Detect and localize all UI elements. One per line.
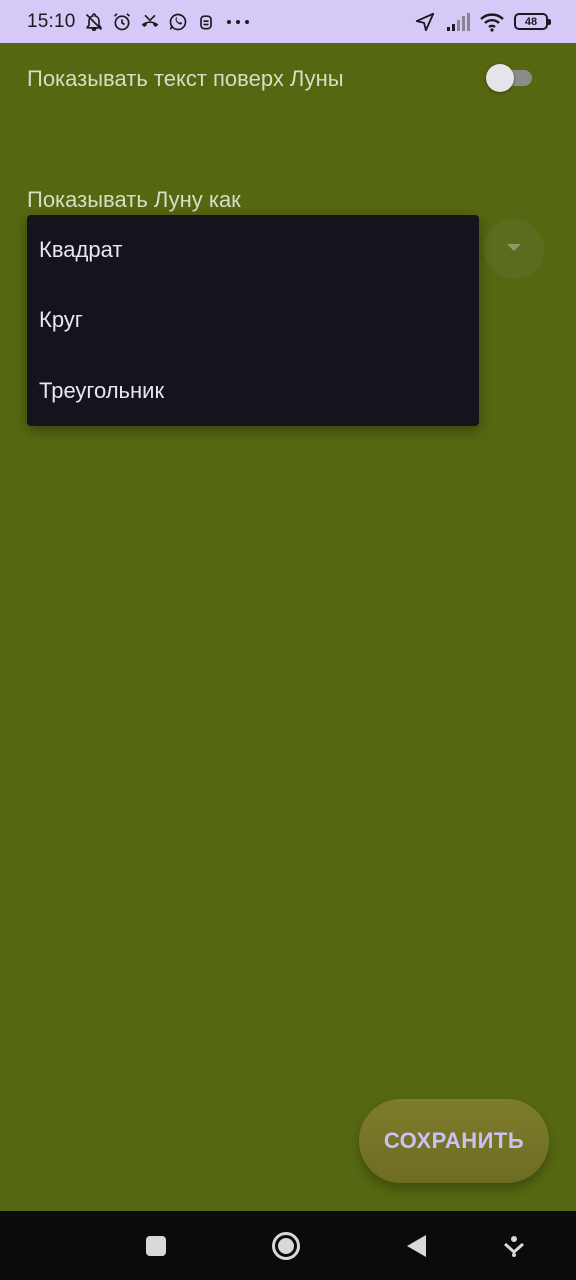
notification-pull-icon[interactable] — [494, 1211, 534, 1280]
cell-signal-icon — [446, 12, 470, 32]
back-triangle-icon[interactable] — [396, 1211, 436, 1280]
bell-off-icon — [84, 12, 104, 32]
dropdown-arrow-button[interactable] — [484, 219, 544, 279]
wifi-icon — [480, 12, 504, 32]
show-moon-as-label: Показывать Луну как — [27, 187, 241, 212]
status-right: 48 — [414, 0, 551, 43]
alarm-icon — [112, 12, 132, 32]
menu-item-triangle[interactable]: Треугольник — [27, 356, 479, 426]
show-text-over-moon-toggle[interactable] — [486, 64, 534, 92]
more-dots-icon — [224, 12, 252, 32]
save-button[interactable]: СОХРАНИТЬ — [359, 1099, 549, 1183]
missed-call-icon — [140, 12, 160, 32]
menu-item-square[interactable]: Квадрат — [27, 215, 479, 285]
moon-shape-dropdown-menu: Квадрат Круг Треугольник — [27, 215, 479, 426]
whatsapp-icon — [168, 12, 188, 32]
show-text-over-moon-label: Показывать текст поверх Луны — [27, 66, 344, 91]
status-time: 15:10 — [27, 10, 76, 32]
toggle-thumb — [486, 64, 514, 92]
home-circle-icon[interactable] — [266, 1211, 306, 1280]
status-bar: 15:10 48 — [0, 0, 576, 43]
status-left: 15:10 — [27, 0, 252, 43]
menu-item-circle[interactable]: Круг — [27, 285, 479, 355]
dropdown-arrow-icon — [506, 240, 522, 258]
recents-square-icon[interactable] — [136, 1211, 176, 1280]
location-arrow-icon — [414, 11, 436, 33]
battery-icon: 48 — [514, 13, 551, 30]
chat-bot-icon — [196, 12, 216, 32]
navigation-bar — [0, 1211, 576, 1280]
